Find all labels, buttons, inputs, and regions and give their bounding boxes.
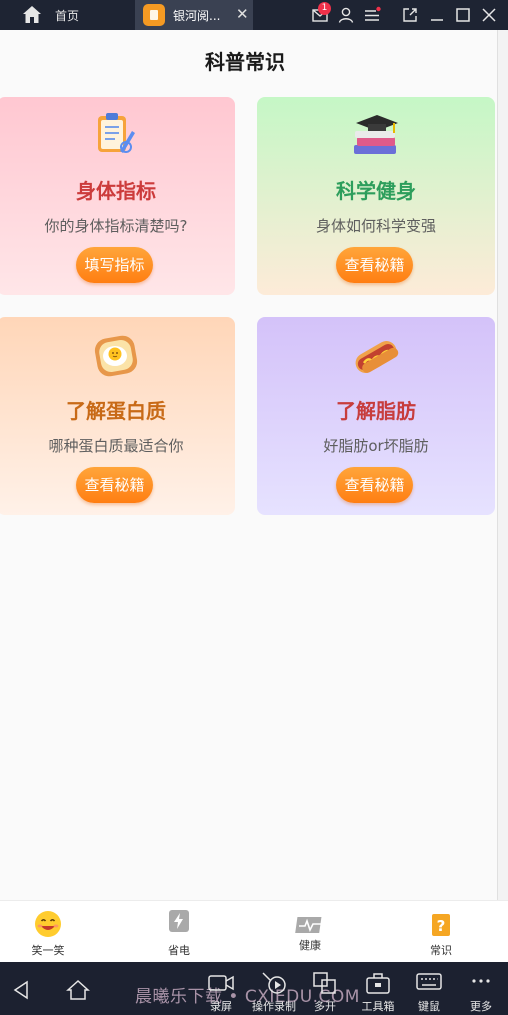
close-icon[interactable] [480,6,498,24]
page-title: 科普常识 [205,50,285,74]
tab-smile[interactable]: 笑一笑 [0,901,96,963]
maximize-icon[interactable] [454,6,472,24]
pulse-icon [295,917,322,933]
tab-close-icon[interactable]: ✕ [236,5,249,23]
card-title: 了解蛋白质 [66,399,166,423]
home-tab-label[interactable]: 首页 [55,7,79,24]
bottom-tab-bar: 笑一笑 省电 健康 ? 常识 [0,900,508,962]
expand-icon[interactable] [401,6,419,24]
side-scroll-edge [497,30,508,900]
card-title: 了解脂肪 [336,399,416,423]
battery-icon [169,910,189,932]
sys-label: 操作录制 [252,1000,296,1013]
user-icon[interactable] [337,6,355,24]
card-subtitle: 你的身体指标清楚吗? [44,217,188,235]
toolbox-icon [366,973,390,994]
svg-text:?: ? [437,917,446,935]
app-tab-title: 银河阅... [173,9,221,23]
sys-label: 键鼠 [418,1000,440,1013]
fill-metrics-button[interactable]: 填写指标 [76,247,153,283]
home-nav-icon[interactable] [66,979,90,1001]
card-subtitle: 哪种蛋白质最适合你 [48,437,184,455]
card-subtitle: 好脂肪or坏脂肪 [323,437,429,455]
card-title: 科学健身 [336,179,416,203]
card-body-metrics[interactable]: 身体指标 你的身体指标清楚吗? 填写指标 [0,97,235,295]
back-icon[interactable] [12,980,30,1000]
record-button[interactable]: 录屏 [208,962,234,1015]
tab-power-save[interactable]: 省电 [131,901,227,963]
card-fat[interactable]: 了解脂肪 好脂肪or坏脂肪 查看秘籍 [257,317,495,515]
home-icon[interactable] [22,5,42,24]
mail-badge: 1 [318,2,331,15]
tab-label: 常识 [430,944,452,957]
sys-label: 工具箱 [361,1000,395,1013]
view-tips-button[interactable]: 查看秘籍 [76,467,153,503]
multi-icon [313,972,336,994]
app-logo-icon [143,4,165,26]
record-icon [208,975,234,991]
view-tips-button[interactable]: 查看秘籍 [336,467,413,503]
sys-label: 更多 [470,1000,492,1013]
card-fitness[interactable]: 科学健身 身体如何科学变强 查看秘籍 [257,97,495,295]
app-window: { "topbar": { "home_label": "首页", "app_t… [0,0,508,1015]
view-tips-button[interactable]: 查看秘籍 [336,247,413,283]
macro-icon [262,972,286,994]
question-icon: ? [432,914,450,936]
multi-instance-button[interactable]: 多开 [312,962,338,1015]
macro-button[interactable]: 操作录制 [252,962,296,1015]
menu-icon[interactable] [363,6,381,24]
keyboard-mouse-button[interactable]: 键鼠 [416,962,442,1015]
tab-label: 省电 [168,944,190,957]
more-button[interactable]: 更多 [468,962,494,1015]
books-icon [354,115,398,154]
sys-label: 多开 [314,1000,336,1013]
tab-knowledge[interactable]: ? 常识 [393,901,489,963]
toolbox-button[interactable]: 工具箱 [362,962,395,1015]
emulator-topbar: 首页 银河阅... ✕ 1 [0,0,508,30]
minimize-icon[interactable] [428,6,446,24]
emulator-system-bar: 晨曦乐下载 • CXIEDU.COM 录屏 操作录制 多开 工具箱 键鼠 更多 [0,962,508,1015]
card-protein[interactable]: 了解蛋白质 哪种蛋白质最适合你 查看秘籍 [0,317,235,515]
app-tab[interactable]: 银河阅... ✕ [135,0,253,30]
more-icon [472,979,490,983]
keyboard-icon [416,973,442,990]
sys-label: 录屏 [210,1000,232,1013]
smile-icon [35,911,61,937]
hotdog-icon [355,341,399,373]
card-subtitle: 身体如何科学变强 [315,217,436,235]
egg-toast-icon [94,335,138,377]
clipboard-icon [98,113,135,153]
card-title: 身体指标 [76,179,156,203]
tab-label: 笑一笑 [31,944,65,957]
tab-label: 健康 [299,939,321,952]
tab-health[interactable]: 健康 [262,901,358,963]
